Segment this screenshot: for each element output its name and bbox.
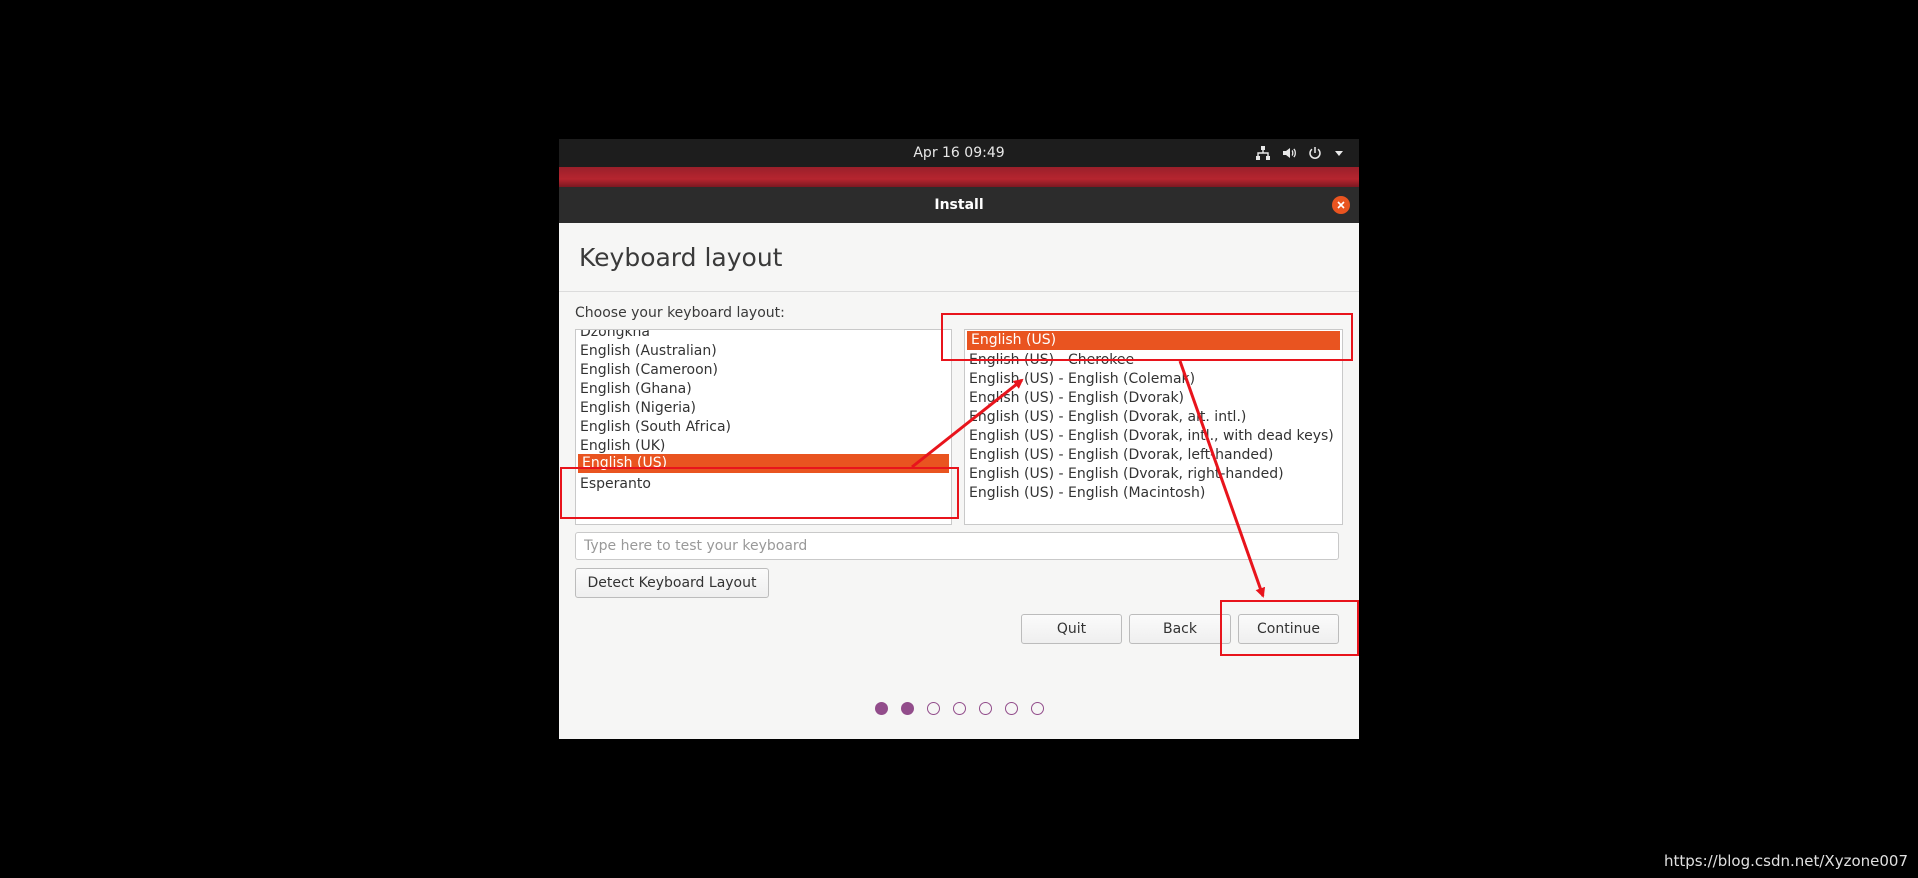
variant-item-english-us-selected[interactable]: English (US)	[967, 331, 1340, 350]
network-icon[interactable]	[1255, 145, 1271, 161]
back-button[interactable]: Back	[1129, 614, 1231, 644]
installer-screen: Apr 16 09:49 Install Keyboard layout Cho…	[559, 139, 1359, 739]
page-header: Keyboard layout	[559, 223, 1359, 292]
volume-icon[interactable]	[1281, 145, 1297, 161]
progress-dot	[874, 702, 888, 715]
clock[interactable]: Apr 16 09:49	[559, 139, 1359, 167]
desktop-wallpaper-strip	[559, 167, 1359, 187]
layout-item-esperanto[interactable]: Esperanto	[576, 473, 951, 496]
continue-button[interactable]: Continue	[1238, 614, 1339, 644]
progress-dot	[978, 702, 992, 715]
progress-dot	[1004, 702, 1018, 715]
progress-dot	[900, 702, 914, 715]
watermark: https://blog.csdn.net/Xyzone007	[1663, 852, 1908, 870]
system-tray[interactable]	[1255, 139, 1345, 167]
layout-list[interactable]: Dzongkha English (Australian) English (C…	[575, 329, 952, 525]
close-icon	[1337, 201, 1345, 209]
window-title: Install	[934, 197, 984, 213]
page-title: Keyboard layout	[579, 243, 783, 272]
keyboard-test-input[interactable]	[575, 532, 1339, 560]
variant-item-macintosh[interactable]: English (US) - English (Macintosh)	[965, 482, 1342, 505]
layout-item-english-us-selected[interactable]: English (US)	[578, 454, 949, 473]
variant-list[interactable]: English (US) English (US) - Cherokee Eng…	[964, 329, 1343, 525]
progress-dots	[559, 702, 1359, 715]
progress-dot	[952, 702, 966, 715]
progress-dot	[926, 702, 940, 715]
detect-layout-button[interactable]: Detect Keyboard Layout	[575, 568, 769, 598]
progress-dot	[1030, 702, 1044, 715]
top-bar: Apr 16 09:49	[559, 139, 1359, 167]
menu-arrow-icon[interactable]	[1333, 147, 1345, 159]
window-titlebar[interactable]: Install	[559, 187, 1359, 223]
quit-button[interactable]: Quit	[1021, 614, 1122, 644]
layout-prompt: Choose your keyboard layout:	[575, 305, 785, 321]
power-icon[interactable]	[1307, 145, 1323, 161]
close-button[interactable]	[1332, 196, 1350, 214]
